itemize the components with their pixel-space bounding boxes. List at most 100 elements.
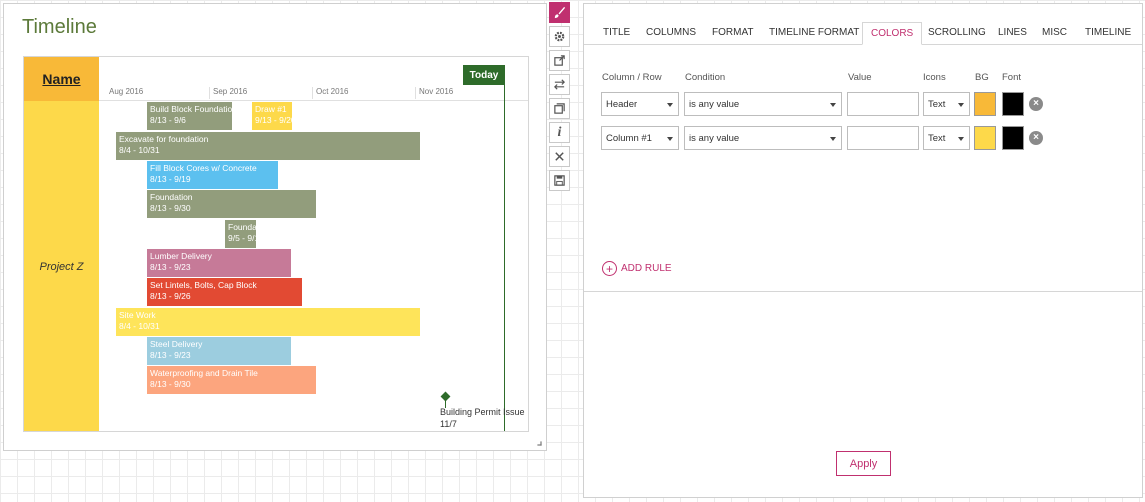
tab-title[interactable]: TITLE <box>595 22 638 45</box>
name-column-header[interactable]: Name <box>24 57 99 101</box>
settings-tabs: TITLE COLUMNS FORMAT TIMELINE FORMAT COL… <box>584 4 1142 45</box>
task-bar[interactable]: Set Lintels, Bolts, Cap Block 8/13 - 9/2… <box>147 278 302 306</box>
month-label: Sep 2016 <box>213 87 248 96</box>
add-rule-button[interactable]: + ADD RULE <box>602 261 672 276</box>
task-bar[interactable]: Draw #1 9/13 - 9/20 <box>252 102 292 130</box>
condition-select[interactable]: is any value <box>684 92 842 116</box>
task-bar[interactable]: Fill Block Cores w/ Concrete 8/13 - 9/19 <box>147 161 278 189</box>
name-column: Project Z <box>24 101 99 431</box>
tab-timeline-format[interactable]: TIMELINE FORMAT <box>761 22 867 45</box>
chevron-down-icon <box>830 137 836 141</box>
month-tick <box>312 87 313 99</box>
task-title: Waterproofing and Drain Tile <box>150 368 258 378</box>
column-row-header: Column / Row <box>602 72 662 83</box>
panel-divider <box>584 291 1142 292</box>
font-color-swatch[interactable] <box>1002 92 1024 116</box>
settings-panel: TITLE COLUMNS FORMAT TIMELINE FORMAT COL… <box>583 3 1143 498</box>
tab-colors[interactable]: COLORS <box>862 22 923 45</box>
task-dates: 8/13 - 9/30 <box>150 379 191 389</box>
tab-columns[interactable]: COLUMNS <box>638 22 704 45</box>
month-label: Aug 2016 <box>109 87 144 96</box>
task-bar[interactable]: Build Block Foundation 8/13 - 9/6 <box>147 102 232 130</box>
task-title: Foundation <box>228 222 256 232</box>
tab-misc[interactable]: MISC <box>1034 22 1075 45</box>
task-dates: 8/13 - 9/23 <box>150 262 191 272</box>
value-input[interactable] <box>847 92 919 116</box>
bg-color-swatch[interactable] <box>974 126 996 150</box>
condition-value: is any value <box>689 99 740 110</box>
task-bar[interactable]: Excavate for foundation 8/4 - 10/31 <box>116 132 420 160</box>
task-dates: 8/13 - 9/6 <box>150 115 186 125</box>
task-dates: 8/13 - 9/19 <box>150 174 191 184</box>
task-bar[interactable]: Foundation 9/5 - 9/13 <box>225 220 256 248</box>
today-marker[interactable]: Today <box>463 65 505 85</box>
font-color-swatch[interactable] <box>1002 126 1024 150</box>
external-link-icon[interactable] <box>549 50 570 71</box>
task-title: Lumber Delivery <box>150 251 212 261</box>
icons-select[interactable]: Text <box>923 92 970 116</box>
bg-header: BG <box>975 72 989 83</box>
icons-header: Icons <box>923 72 946 83</box>
tab-lines[interactable]: LINES <box>990 22 1035 45</box>
month-label: Oct 2016 <box>316 87 349 96</box>
task-dates: 8/13 - 9/26 <box>150 291 191 301</box>
month-tick <box>415 87 416 99</box>
value-header: Value <box>848 72 872 83</box>
task-dates: 8/13 - 9/23 <box>150 350 191 360</box>
widget-title: Timeline <box>22 16 97 38</box>
swap-icon[interactable] <box>549 74 570 95</box>
task-title: Draw #1 <box>255 104 287 114</box>
name-header-label: Name <box>42 71 81 87</box>
font-header: Font <box>1002 72 1022 83</box>
milestone-label: Building Permit Issue 11/7 <box>440 406 525 430</box>
gear-icon[interactable] <box>549 26 570 47</box>
plus-circle-icon: + <box>602 261 617 276</box>
task-title: Steel Delivery <box>150 339 203 349</box>
remove-rule-icon[interactable]: × <box>1029 97 1043 111</box>
task-bar[interactable]: Foundation 8/13 - 9/30 <box>147 190 316 218</box>
tab-scrolling[interactable]: SCROLLING <box>920 22 994 45</box>
task-title: Fill Block Cores w/ Concrete <box>150 163 257 173</box>
task-bar[interactable]: Lumber Delivery 8/13 - 9/23 <box>147 249 291 277</box>
chevron-down-icon <box>958 103 964 107</box>
column-row-select[interactable]: Header <box>601 92 679 116</box>
column-row-select[interactable]: Column #1 <box>601 126 679 150</box>
add-rule-label: ADD RULE <box>621 263 672 274</box>
task-dates: 8/4 - 10/31 <box>119 145 160 155</box>
condition-select[interactable]: is any value <box>684 126 842 150</box>
timeline-widget: Timeline Name Project Z Aug 2016 Sep 201… <box>3 3 547 451</box>
milestone-title: Building Permit Issue <box>440 407 525 417</box>
remove-rule-icon[interactable]: × <box>1029 131 1043 145</box>
info-icon[interactable]: i <box>549 122 570 143</box>
chevron-down-icon <box>958 137 964 141</box>
task-title: Set Lintels, Bolts, Cap Block <box>150 280 257 290</box>
save-icon[interactable] <box>549 170 570 191</box>
tab-timeline[interactable]: TIMELINE <box>1077 22 1139 45</box>
task-dates: 9/5 - 9/13 <box>228 233 256 243</box>
condition-header: Condition <box>685 72 726 83</box>
task-dates: 9/13 - 9/20 <box>255 115 292 125</box>
task-bar[interactable]: Steel Delivery 8/13 - 9/23 <box>147 337 291 365</box>
task-title: Foundation <box>150 192 193 202</box>
widget-toolbar: i <box>549 2 571 194</box>
icons-value: Text <box>928 133 946 144</box>
task-bar[interactable]: Waterproofing and Drain Tile 8/13 - 9/30 <box>147 366 316 394</box>
task-bar[interactable]: Site Work 8/4 - 10/31 <box>116 308 420 336</box>
value-input[interactable] <box>847 126 919 150</box>
tab-format[interactable]: FORMAT <box>704 22 761 45</box>
month-label: Nov 2016 <box>419 87 454 96</box>
column-row-value: Header <box>606 99 638 110</box>
chevron-down-icon <box>830 103 836 107</box>
bg-color-swatch[interactable] <box>974 92 996 116</box>
close-icon[interactable] <box>549 146 570 167</box>
apply-button[interactable]: Apply <box>836 451 891 476</box>
icons-select[interactable]: Text <box>923 126 970 150</box>
paintbrush-icon[interactable] <box>549 2 570 23</box>
chevron-down-icon <box>667 103 673 107</box>
icons-value: Text <box>928 99 946 110</box>
copy-icon[interactable] <box>549 98 570 119</box>
project-name: Project Z <box>39 261 84 273</box>
resize-grip[interactable] <box>537 441 542 446</box>
milestone-date: 11/7 <box>440 419 457 429</box>
task-dates: 8/13 - 9/30 <box>150 203 191 213</box>
